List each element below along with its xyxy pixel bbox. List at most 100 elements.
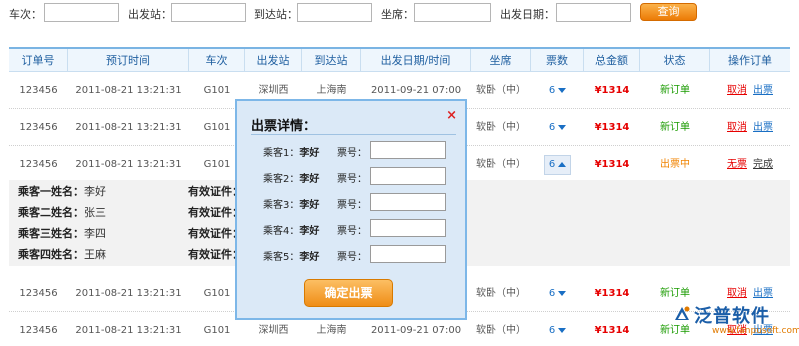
ticket-no-input[interactable]: [370, 219, 446, 237]
chevron-down-icon: [558, 290, 567, 296]
dialog-passenger-row: 乘客1：李好 票号：: [237, 141, 465, 161]
seat-type: 软卧（中）: [476, 288, 526, 299]
query-button[interactable]: 查询: [640, 3, 697, 21]
col-order: 订单号: [9, 49, 68, 72]
seat-type: 软卧（中）: [476, 85, 526, 96]
total-amount: ¥1314: [594, 122, 630, 133]
seat-type: 软卧（中）: [476, 159, 526, 170]
tickets-count: 6: [548, 288, 556, 299]
tickets-dropdown[interactable]: 6: [531, 146, 584, 183]
ticket-no-input[interactable]: [370, 141, 446, 159]
cancel-link[interactable]: 取消: [727, 122, 747, 133]
passenger-line: 乘客四姓名：王麻 有效证件：: [18, 246, 243, 264]
tickets-count: 6: [548, 159, 556, 170]
chevron-down-icon: [558, 327, 567, 333]
ticket-issue-dialog: 出票详情： × 乘客1：李好 票号： 乘客2：李好 票号： 乘客3：李好 票号：…: [235, 99, 467, 320]
tickets-dropdown[interactable]: 6: [531, 275, 584, 312]
passenger-name: 李好: [84, 185, 106, 198]
cancel-link[interactable]: 取消: [727, 85, 747, 96]
table-header: 订单号 预订时间 车次 出发站 到达站 出发日期/时间 坐席 票数 总金额 状态…: [9, 47, 790, 72]
cancel-link[interactable]: 取消: [727, 288, 747, 299]
status-badge: 出票中: [660, 159, 690, 170]
dialog-passenger-row: 乘客4：李好 票号：: [237, 219, 465, 239]
col-seat: 坐席: [471, 49, 531, 72]
passenger-line: 乘客三姓名：李四 有效证件：: [18, 225, 243, 243]
ticket-no-label: 票号：: [337, 174, 367, 185]
passenger-line: 乘客二姓名：张三 有效证件：: [18, 204, 243, 222]
tickets-dropdown[interactable]: 6: [531, 72, 584, 109]
passenger-label: 乘客四姓名：: [18, 248, 84, 261]
seat-input[interactable]: [414, 3, 491, 22]
booked-time: 2011-08-21 13:21:31: [75, 85, 182, 96]
tickets-count: 6: [548, 325, 556, 336]
confirm-issue-button[interactable]: 确定出票: [304, 279, 393, 307]
order-id: 123456: [19, 85, 58, 96]
passenger-label: 乘客一姓名：: [18, 185, 84, 198]
ticket-no-label: 票号：: [337, 226, 367, 237]
passenger-name: 张三: [84, 206, 106, 219]
tickets-dropdown[interactable]: 6: [531, 312, 584, 346]
date-input[interactable]: [556, 3, 631, 22]
passenger-label: 乘客2：李好: [263, 174, 320, 185]
close-icon[interactable]: ×: [446, 108, 457, 123]
tickets-count: 6: [548, 85, 556, 96]
total-amount: ¥1314: [594, 288, 630, 299]
col-from: 出发站: [245, 49, 302, 72]
search-bar: 车次： 出发站： 到达站： 坐席： 出发日期： 查询: [0, 0, 799, 30]
ticket-no-input[interactable]: [370, 245, 446, 263]
status-badge: 新订单: [660, 85, 690, 96]
train-label: 车次：: [9, 8, 42, 21]
passenger-label: 乘客1：李好: [263, 148, 320, 159]
booked-time: 2011-08-21 13:21:31: [75, 288, 182, 299]
passenger-line: 乘客一姓名：李好 有效证件：: [18, 183, 243, 201]
col-train: 车次: [189, 49, 245, 72]
ticket-no-label: 票号：: [337, 252, 367, 263]
complete-link[interactable]: 完成: [753, 159, 773, 170]
dialog-title: 出票详情：: [251, 119, 317, 134]
order-id: 123456: [19, 159, 58, 170]
chevron-down-icon: [558, 124, 567, 130]
to-station-label: 到达站：: [254, 8, 298, 21]
total-amount: ¥1314: [594, 325, 630, 336]
total-amount: ¥1314: [594, 159, 630, 170]
ticket-no-label: 票号：: [337, 200, 367, 211]
status-badge: 新订单: [660, 122, 690, 133]
dialog-passenger-row: 乘客3：李好 票号：: [237, 193, 465, 213]
seat-label: 坐席：: [381, 8, 414, 21]
to-station-input[interactable]: [297, 3, 372, 22]
col-amount: 总金额: [584, 49, 640, 72]
no-ticket-link[interactable]: 无票: [727, 159, 747, 170]
watermark: 泛普软件 www.fanpusoft.com: [672, 300, 799, 346]
row-actions: 取消 出票: [710, 72, 790, 109]
order-id: 123456: [19, 325, 58, 336]
col-booked: 预订时间: [68, 49, 189, 72]
seat-type: 软卧（中）: [476, 325, 526, 336]
train-input[interactable]: [44, 3, 119, 22]
col-status: 状态: [640, 49, 710, 72]
issue-link[interactable]: 出票: [753, 288, 773, 299]
date-label: 出发日期：: [500, 8, 555, 21]
passenger-label: 乘客5：李好: [263, 252, 320, 263]
row-actions: 无票 完成: [710, 146, 790, 183]
passenger-name: 王麻: [84, 248, 106, 261]
tickets-dropdown[interactable]: 6: [531, 109, 584, 146]
col-actions: 操作订单: [728, 54, 772, 67]
passenger-label: 乘客4：李好: [263, 226, 320, 237]
order-id: 123456: [19, 288, 58, 299]
from-station-input[interactable]: [171, 3, 246, 22]
issue-link[interactable]: 出票: [753, 85, 773, 96]
total-amount: ¥1314: [594, 85, 630, 96]
ticket-no-input[interactable]: [370, 193, 446, 211]
passenger-label: 乘客3：李好: [263, 200, 320, 211]
watermark-url: www.fanpusoft.com: [712, 326, 799, 336]
ticket-no-input[interactable]: [370, 167, 446, 185]
tickets-count: 6: [548, 122, 556, 133]
booked-time: 2011-08-21 13:21:31: [75, 122, 182, 133]
row-actions: 取消 出票: [710, 109, 790, 146]
ticket-no-label: 票号：: [337, 148, 367, 159]
passenger-label: 乘客三姓名：: [18, 227, 84, 240]
divider: [251, 134, 456, 135]
order-id: 123456: [19, 122, 58, 133]
issue-link[interactable]: 出票: [753, 122, 773, 133]
seat-type: 软卧（中）: [476, 122, 526, 133]
